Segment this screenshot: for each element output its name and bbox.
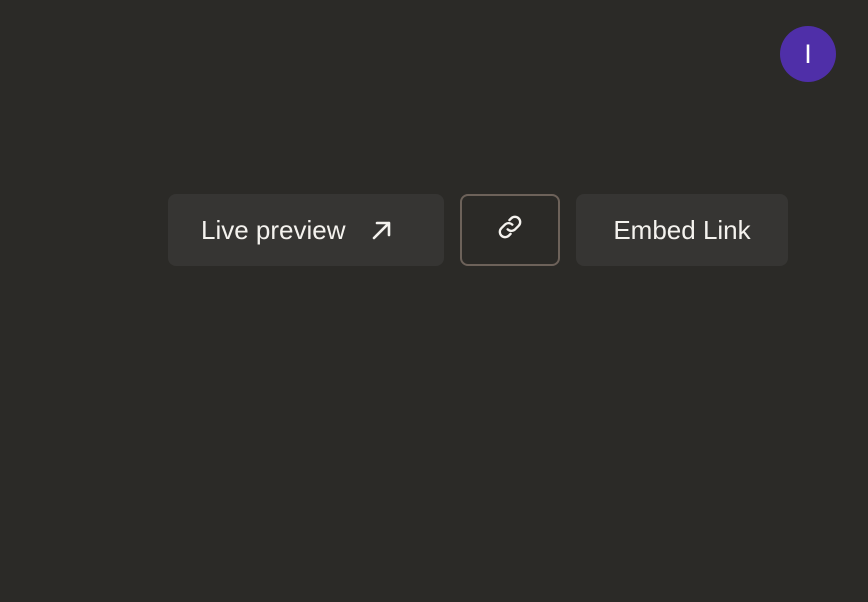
embed-link-label: Embed Link: [613, 214, 751, 245]
embed-link-button[interactable]: Embed Link: [576, 194, 788, 266]
live-preview-button[interactable]: Live preview: [168, 194, 444, 266]
user-avatar[interactable]: I: [780, 26, 836, 82]
live-preview-label: Live preview: [201, 214, 346, 245]
page: I Live preview Embed Link: [0, 0, 868, 602]
copy-link-button[interactable]: [460, 194, 560, 266]
link-icon: [496, 213, 524, 248]
avatar-initial: I: [804, 38, 812, 69]
arrow-up-right-icon: [370, 218, 394, 242]
